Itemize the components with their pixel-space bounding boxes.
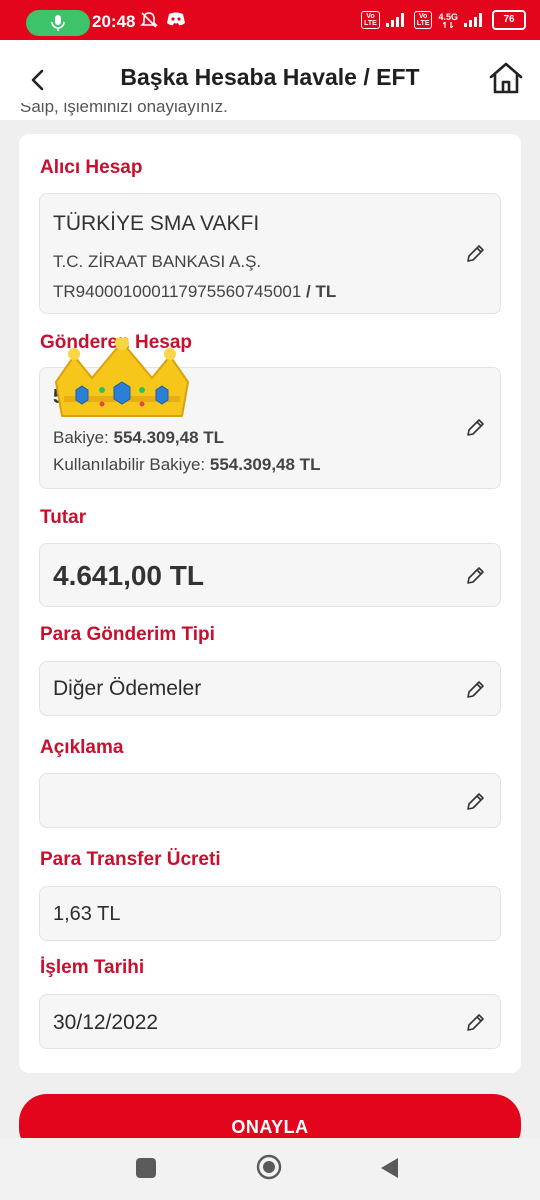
mute-bell-icon [140,12,158,28]
fee-value: 1,63 TL [53,903,121,925]
pencil-icon[interactable] [464,243,486,265]
discord-icon [167,12,185,26]
description-field[interactable] [39,773,501,828]
status-icons: Vo LTE Vo LTE 4.5G 76 [361,10,526,30]
recipient-account-field[interactable]: TÜRKİYE SMA VAKFI T.C. ZİRAAT BANKASI A.… [39,193,501,314]
pencil-icon[interactable] [464,679,486,701]
balance-line: Bakiye: 554.309,48 TL [53,428,224,448]
recipient-bank: T.C. ZİRAAT BANKASI A.Ş. [53,252,262,271]
data-arrows-icon [443,21,454,28]
battery-icon: 76 [492,10,526,30]
description-label: Açıklama [40,737,124,758]
amount-value: 4.641,00 TL [53,560,204,591]
page-title: Başka Hesaba Havale / EFT [120,64,420,90]
crown-emoji-icon [55,338,189,417]
recipient-iban-line: TR940001000117975560745001 / TL [53,282,336,302]
nav-back-icon[interactable] [378,1156,402,1180]
amount-label: Tutar [40,507,87,528]
transfer-type-field[interactable]: Diğer Ödemeler [39,661,501,716]
pencil-icon[interactable] [464,1012,486,1034]
recents-icon[interactable] [136,1158,156,1178]
fee-label: Para Transfer Ücreti [40,849,221,870]
signal-icon [385,13,404,27]
volte-badge: Vo LTE [361,11,380,29]
date-field[interactable]: 30/12/2022 [39,994,501,1049]
balance-label: Bakiye: [53,428,109,447]
balance-value: 554.309,48 TL [113,428,225,447]
nav-home-icon[interactable] [256,1154,282,1180]
fee-field: 1,63 TL [39,886,501,941]
network-type: 4.5G [438,11,458,22]
clock: 20:48 [92,12,136,31]
transfer-type-label: Para Gönderim Tipi [40,624,215,645]
available-balance-line: Kullanılabilir Bakiye: 554.309,48 TL [53,455,320,475]
available-balance-value: 554.309,48 TL [209,455,321,474]
partial-instruction-text: Saip, işleminizi onaylayınız. [20,103,228,116]
date-label: İşlem Tarihi [40,957,145,978]
date-value: 30/12/2022 [53,1011,159,1034]
network-indicator: 4.5G [438,11,458,28]
home-icon[interactable] [486,58,526,98]
recipient-label: Alıcı Hesap [40,157,143,178]
transfer-type-value: Diğer Ödemeler [53,677,202,700]
recipient-currency: TL [315,282,337,301]
amount-field[interactable]: 4.641,00 TL [39,543,501,607]
pencil-icon[interactable] [464,791,486,813]
recipient-iban: TR940001000117975560745001 [53,282,302,301]
available-balance-label: Kullanılabilir Bakiye: [53,455,206,474]
signal-icon-2 [464,13,482,27]
mic-active-indicator[interactable] [26,10,90,36]
recipient-name: TÜRKİYE SMA VAKFI [53,212,260,235]
pencil-icon[interactable] [464,565,486,587]
iban-currency-separator: / [301,282,316,301]
system-nav-bar [0,1138,540,1200]
volte-badge-2: Vo LTE [413,11,433,29]
mic-icon [51,15,65,31]
pencil-icon[interactable] [464,417,486,439]
status-bar: 20:48 Vo LTE Vo LTE 4.5G 76 [0,0,540,40]
